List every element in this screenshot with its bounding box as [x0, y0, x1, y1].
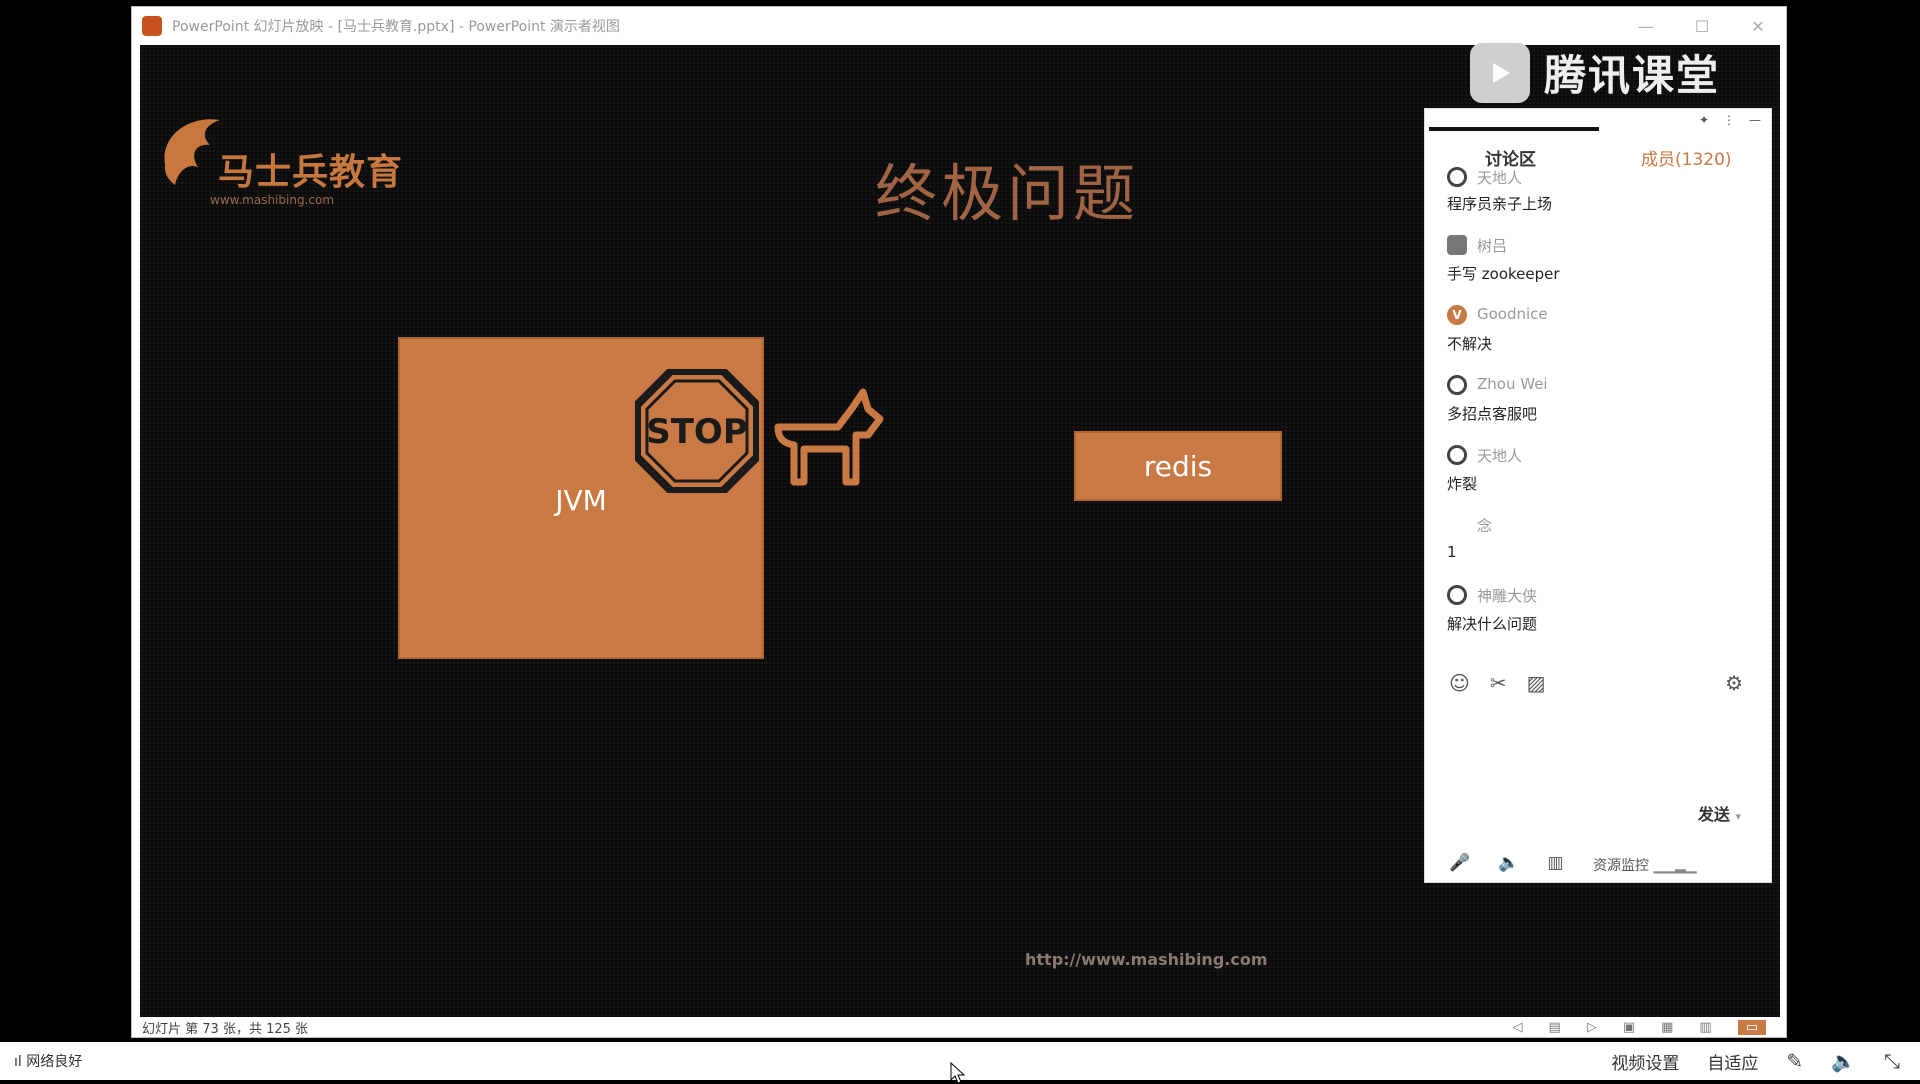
message-text: 多招点客服吧: [1447, 405, 1538, 423]
redis-box: redis: [1074, 431, 1282, 501]
emoji-icon[interactable]: ☺: [1449, 671, 1470, 695]
avatar: [1447, 375, 1467, 395]
window-title: PowerPoint 幻灯片放映 - [马士兵教育.pptx] - PowerP…: [172, 19, 620, 35]
dog-icon: [774, 388, 884, 486]
pen-icon[interactable]: ✎: [1786, 1049, 1803, 1073]
avatar: [1447, 167, 1467, 187]
message-text: 1: [1447, 543, 1457, 561]
logo-text: 马士兵教育: [218, 152, 404, 193]
status-bar: 幻灯片 第 73 张，共 125 张 ◁ ▤ ▷ ▣ ▦ ▥ ▭: [132, 1017, 1786, 1037]
sorter-view-icon[interactable]: ▦: [1661, 1020, 1673, 1035]
collapse-icon[interactable]: —: [1749, 113, 1761, 127]
stop-sign-icon: STOP: [635, 369, 759, 493]
message-text: 解决什么问题: [1447, 615, 1538, 633]
list-item: V Goodnice 不解决: [1447, 303, 1757, 373]
tab-indicator: [1429, 127, 1599, 131]
avatar: V: [1447, 305, 1467, 325]
play-icon: [1470, 42, 1530, 103]
list-item: 树吕 手写 zookeeper: [1447, 233, 1757, 303]
message-user: 天地人: [1477, 447, 1523, 465]
discussion-panel: ✦ ⋮ — 讨论区 成员(1320) 天地人 程序员亲子上场 树吕 手写 zoo…: [1424, 108, 1772, 883]
send-button[interactable]: 发送 ▾: [1698, 801, 1741, 825]
settings-icon[interactable]: ⚙: [1725, 671, 1743, 695]
list-item: 念 1: [1447, 513, 1757, 583]
tencent-classroom-brand: 腾讯课堂: [1470, 40, 1740, 105]
message-user: 念: [1477, 517, 1493, 535]
message-list[interactable]: 天地人 程序员亲子上场 树吕 手写 zookeeper V Goodnice 不…: [1447, 167, 1757, 653]
stop-text: STOP: [646, 412, 748, 452]
message-text: 程序员亲子上场: [1447, 195, 1553, 213]
reading-view-icon[interactable]: ▥: [1699, 1020, 1711, 1035]
logo-url: www.mashibing.com: [210, 193, 335, 207]
video-settings-button[interactable]: 视频设置: [1611, 1049, 1679, 1074]
slide-counter: 幻灯片 第 73 张，共 125 张: [142, 1021, 309, 1037]
message-text: 炸裂: [1447, 475, 1478, 493]
volume-icon[interactable]: 🔈: [1831, 1049, 1856, 1073]
normal-view-icon[interactable]: ▣: [1623, 1020, 1635, 1035]
list-item: Zhou Wei 多招点客服吧: [1447, 373, 1757, 443]
scissors-icon[interactable]: ✂: [1490, 671, 1507, 695]
network-status: ıl 网络良好: [14, 1051, 82, 1071]
resource-monitor[interactable]: 资源监控 ▁▁▂▁: [1593, 855, 1697, 875]
message-text: 手写 zookeeper: [1447, 265, 1560, 283]
prev-slide-icon[interactable]: ◁: [1513, 1020, 1523, 1035]
powerpoint-icon: [142, 16, 162, 36]
speaker-icon[interactable]: 🔈: [1498, 853, 1519, 873]
signal-icon: ıl: [14, 1054, 22, 1070]
list-item: 神雕大侠 解决什么问题: [1447, 583, 1757, 653]
message-user: 神雕大侠: [1477, 587, 1538, 605]
list-item: 天地人 程序员亲子上场: [1447, 167, 1757, 233]
exit-fullscreen-icon[interactable]: ⤡: [1884, 1049, 1900, 1073]
network-status-label: 网络良好: [26, 1054, 83, 1070]
microphone-icon[interactable]: 🎤: [1449, 853, 1470, 873]
list-item: 天地人 炸裂: [1447, 443, 1757, 513]
pin-icon[interactable]: ✦: [1699, 113, 1709, 127]
brand-name: 腾讯课堂: [1544, 51, 1721, 100]
mouse-cursor-icon: [950, 1062, 966, 1084]
send-label: 发送: [1697, 805, 1730, 824]
message-user: 天地人: [1477, 169, 1523, 187]
signal-bar-icon: ▁▁▂▁: [1653, 858, 1697, 874]
mashibing-logo: 马士兵教育 www.mashibing.com: [140, 105, 420, 215]
slide-title: 终极问题: [875, 157, 1140, 230]
message-user: Goodnice: [1477, 305, 1548, 323]
resource-monitor-label: 资源监控: [1593, 858, 1649, 874]
slide-footer-url: http://www.mashibing.com: [1025, 950, 1268, 969]
chevron-down-icon[interactable]: ▾: [1735, 810, 1741, 823]
message-user: 树吕: [1477, 237, 1508, 255]
more-icon[interactable]: ⋮: [1723, 113, 1735, 127]
adaptive-button[interactable]: 自适应: [1707, 1049, 1758, 1074]
avatar: [1447, 445, 1467, 465]
slideshow-view-icon[interactable]: ▭: [1737, 1019, 1766, 1035]
image-icon[interactable]: ▨: [1527, 671, 1546, 695]
avatar: [1447, 585, 1467, 605]
message-user: Zhou Wei: [1477, 375, 1548, 393]
tab-members[interactable]: 成员(1320): [1641, 145, 1732, 170]
notes-icon[interactable]: ▤: [1549, 1020, 1561, 1035]
stats-icon[interactable]: ▥: [1547, 853, 1563, 873]
message-text: 不解决: [1447, 335, 1493, 353]
next-slide-icon[interactable]: ▷: [1587, 1020, 1597, 1035]
avatar: [1447, 515, 1467, 535]
avatar: [1447, 235, 1467, 255]
